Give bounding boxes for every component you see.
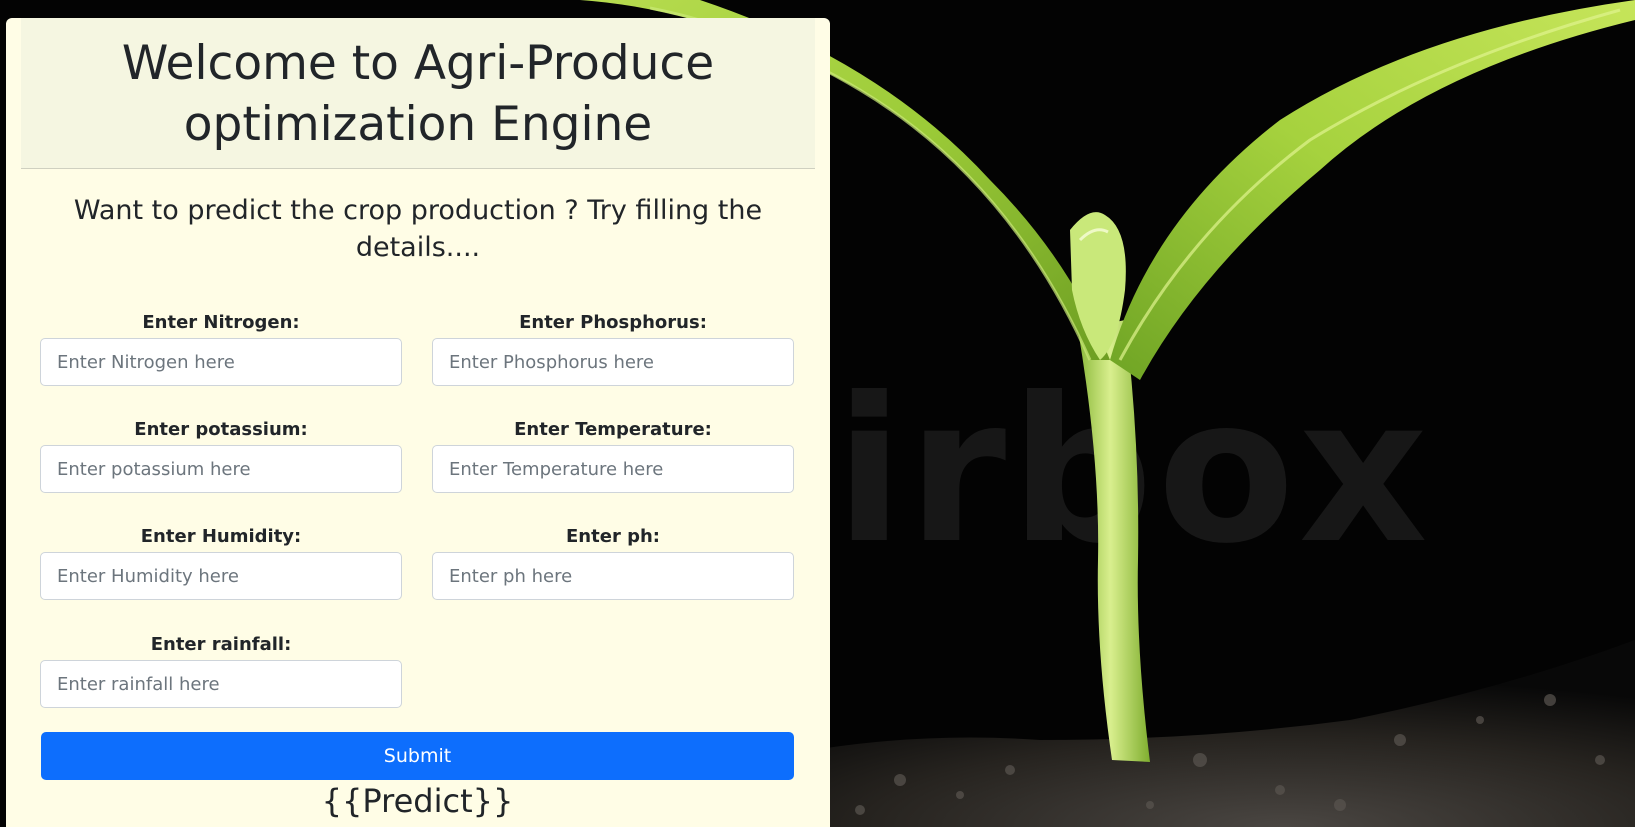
prediction-result: {{Predict}} — [321, 782, 514, 820]
temperature-input[interactable] — [432, 445, 794, 493]
ph-input[interactable] — [432, 552, 794, 600]
phosphorus-input[interactable] — [432, 338, 794, 386]
submit-button[interactable]: Submit — [41, 732, 794, 780]
rainfall-input[interactable] — [40, 660, 402, 708]
nitrogen-label: Enter Nitrogen: — [142, 312, 300, 333]
ph-field-group: Enter ph: — [432, 526, 794, 600]
humidity-label: Enter Humidity: — [140, 526, 302, 547]
potassium-input[interactable] — [40, 445, 402, 493]
potassium-label: Enter potassium: — [134, 419, 308, 440]
humidity-input[interactable] — [40, 552, 402, 600]
prediction-card: Welcome to Agri-Produce optimization Eng… — [6, 18, 830, 827]
rainfall-label: Enter rainfall: — [150, 634, 292, 655]
card-header: Welcome to Agri-Produce optimization Eng… — [21, 18, 815, 169]
nitrogen-input[interactable] — [40, 338, 402, 386]
temperature-label: Enter Temperature: — [514, 419, 712, 440]
form-subtitle: Want to predict the crop production ? Tr… — [73, 195, 763, 263]
humidity-field-group: Enter Humidity: — [40, 526, 402, 600]
rainfall-field-group: Enter rainfall: — [40, 634, 402, 708]
potassium-field-group: Enter potassium: — [40, 419, 402, 493]
ph-label: Enter ph: — [566, 526, 660, 547]
nitrogen-field-group: Enter Nitrogen: — [40, 312, 402, 386]
phosphorus-field-group: Enter Phosphorus: — [432, 312, 794, 386]
page-title: Welcome to Agri-Produce optimization Eng… — [121, 36, 715, 152]
phosphorus-label: Enter Phosphorus: — [519, 312, 707, 333]
temperature-field-group: Enter Temperature: — [432, 419, 794, 493]
